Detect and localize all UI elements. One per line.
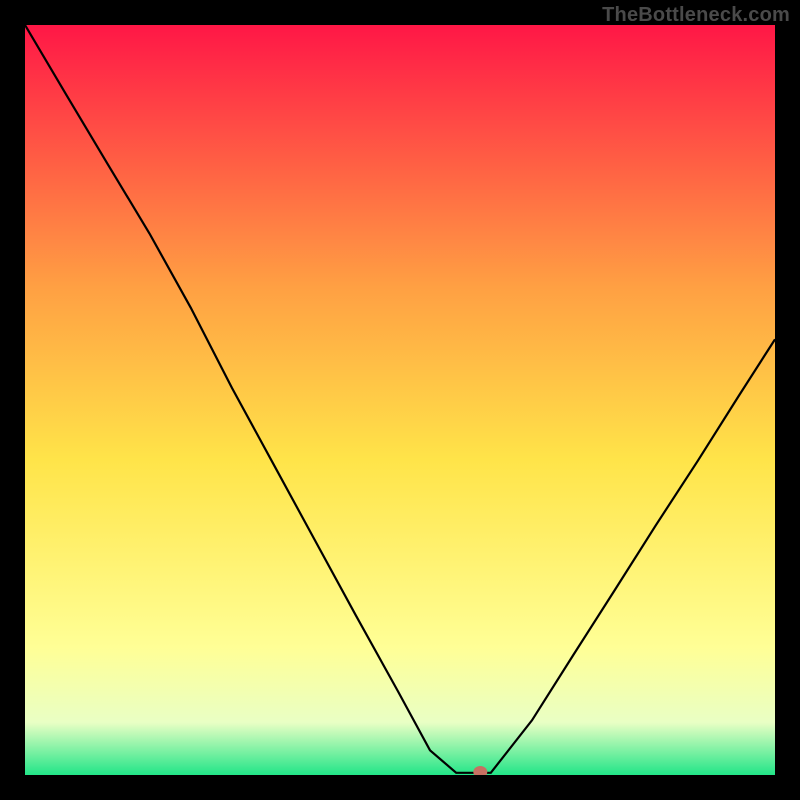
- chart-frame: TheBottleneck.com: [0, 0, 800, 800]
- plot-svg: [25, 25, 775, 775]
- watermark-text: TheBottleneck.com: [602, 4, 790, 27]
- plot-background: [25, 25, 775, 775]
- bottleneck-plot: [25, 25, 775, 775]
